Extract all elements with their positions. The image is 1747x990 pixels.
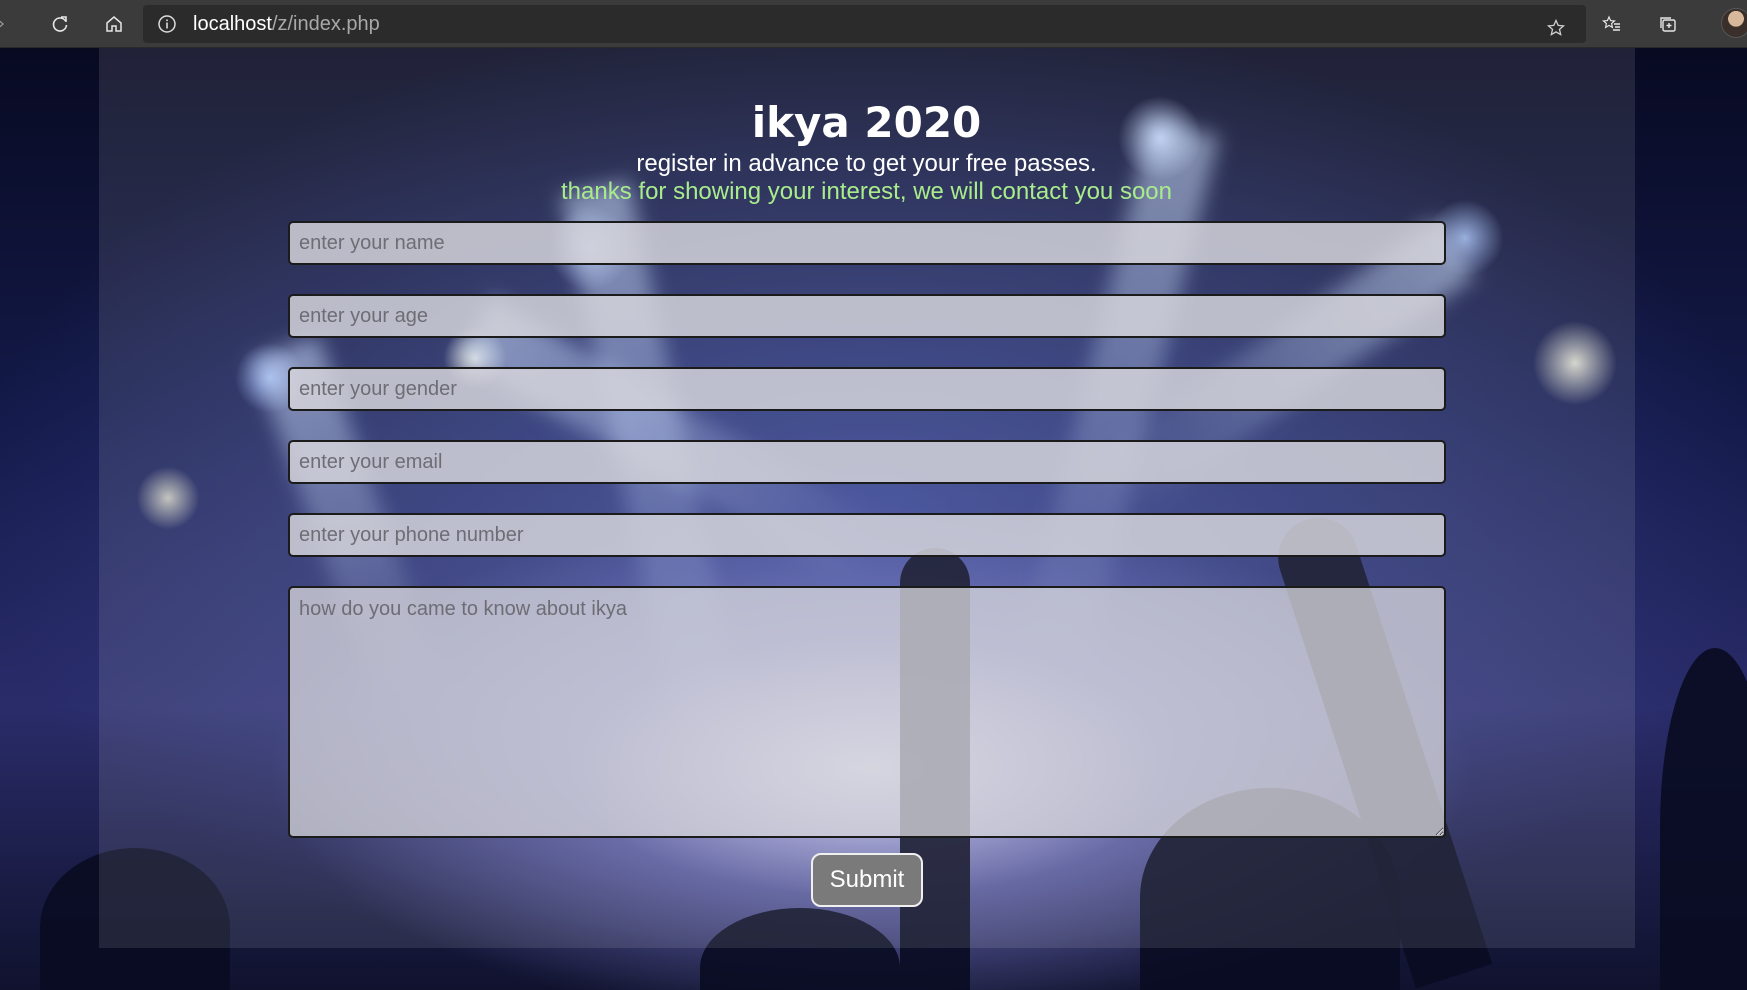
page-subtitle: register in advance to get your free pas… xyxy=(636,150,1097,177)
age-input[interactable] xyxy=(288,294,1446,338)
collections-button[interactable] xyxy=(1650,6,1686,42)
referral-textarea[interactable] xyxy=(288,586,1446,838)
favorites-button[interactable] xyxy=(1594,6,1630,42)
favorites-icon xyxy=(1602,15,1620,31)
registration-form: ikya 2020 register in advance to get you… xyxy=(0,48,1747,990)
forward-icon xyxy=(0,20,4,27)
forward-button[interactable] xyxy=(0,6,8,42)
add-favorite-button[interactable] xyxy=(1538,10,1574,46)
page-title: ikya 2020 xyxy=(751,98,982,147)
url-path: /z/index.php xyxy=(271,12,380,35)
star-icon xyxy=(1546,18,1566,36)
profile-avatar[interactable] xyxy=(1721,8,1747,38)
collections-icon xyxy=(1660,17,1676,32)
home-icon xyxy=(106,15,122,32)
info-icon[interactable] xyxy=(157,14,177,34)
submit-button[interactable]: Submit xyxy=(811,853,923,907)
browser-toolbar: localhost/z/index.php xyxy=(0,0,1747,48)
gender-input[interactable] xyxy=(288,367,1446,411)
url-text[interactable]: localhost/z/index.php xyxy=(193,13,380,36)
url-host: localhost xyxy=(193,12,272,35)
home-button[interactable] xyxy=(96,6,132,42)
reload-button[interactable] xyxy=(42,6,78,42)
toolbar-actions xyxy=(1594,6,1686,42)
phone-input[interactable] xyxy=(288,513,1446,557)
email-input[interactable] xyxy=(288,440,1446,484)
address-bar[interactable]: localhost/z/index.php xyxy=(143,5,1586,43)
reload-icon xyxy=(52,15,68,32)
success-message: thanks for showing your interest, we wil… xyxy=(561,178,1172,205)
page-background: ikya 2020 register in advance to get you… xyxy=(0,48,1747,990)
name-input[interactable] xyxy=(288,221,1446,265)
